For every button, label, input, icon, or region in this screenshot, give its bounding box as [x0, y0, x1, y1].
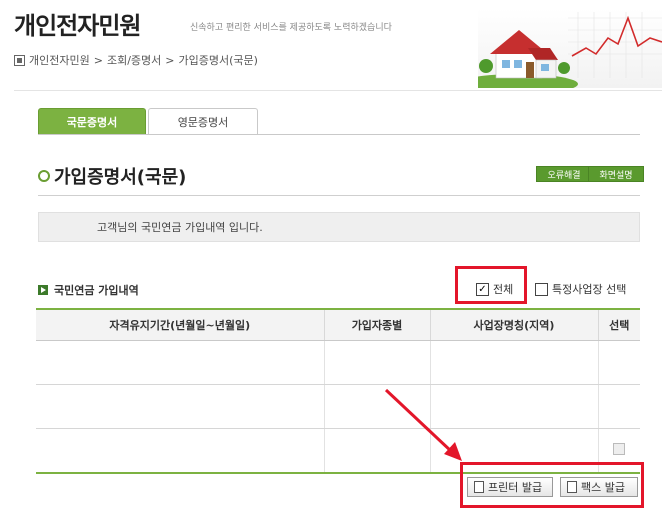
table-cell	[324, 340, 431, 385]
header-divider	[14, 90, 662, 91]
column-header: 자격유지기간(년월일~년월일)	[36, 308, 325, 341]
check-site-label[interactable]: 특정사업장 선택	[552, 281, 626, 297]
table-cell	[598, 384, 640, 429]
error-report-button[interactable]: 오류해결	[536, 166, 592, 182]
check-site[interactable]: 특정사업장 선택	[535, 281, 626, 297]
info-text: 고객님의 국민연금 가입내역 입니다.	[97, 221, 263, 234]
tab-english-certificate[interactable]: 영문증명서	[148, 108, 258, 135]
home-icon[interactable]	[14, 54, 25, 66]
table-row	[36, 384, 640, 429]
column-header: 선택	[598, 308, 640, 341]
title-divider	[38, 195, 640, 196]
check-site-checkbox[interactable]	[535, 282, 548, 296]
breadcrumb-item-1[interactable]: 개인전자민원	[29, 52, 90, 68]
table-cell	[36, 384, 325, 429]
arrow-icon	[38, 285, 48, 295]
site-title: 개인전자민원	[14, 12, 141, 40]
breadcrumb: 개인전자민원 > 조회/증명서 > 가입증명서(국문)	[14, 52, 258, 68]
hero-illustration	[478, 8, 662, 88]
circle-icon	[38, 170, 50, 182]
table-cell	[430, 384, 599, 429]
row-select-checkbox[interactable]	[613, 443, 626, 455]
highlight-box-actions	[460, 462, 644, 508]
table-header-row: 자격유지기간(년월일~년월일) 가입자종별 사업장명칭(지역) 선택	[36, 308, 640, 341]
table-cell	[36, 428, 325, 474]
table-row	[36, 340, 640, 385]
table-cell	[324, 384, 431, 429]
tab-korean-certificate[interactable]: 국문증명서	[38, 108, 146, 135]
list-heading: 국민연금 가입내역	[38, 282, 139, 298]
membership-table: 자격유지기간(년월일~년월일) 가입자종별 사업장명칭(지역) 선택	[36, 308, 640, 474]
info-box: 고객님의 국민연금 가입내역 입니다.	[38, 212, 640, 242]
screen-help-button[interactable]: 화면설명	[588, 166, 644, 182]
table-cell	[36, 340, 325, 385]
column-header: 사업장명칭(지역)	[430, 308, 599, 341]
site-slogan: 신속하고 편리한 서비스를 제공하도록 노력하겠습니다	[190, 23, 392, 33]
page-title-text: 가입증명서(국문)	[54, 167, 187, 188]
tab-baseline	[38, 134, 640, 135]
breadcrumb-item-2[interactable]: 조회/증명서	[107, 52, 161, 68]
list-heading-text: 국민연금 가입내역	[54, 284, 139, 297]
column-header: 가입자종별	[324, 308, 431, 341]
table-cell	[324, 428, 431, 474]
page-title: 가입증명서(국문)	[38, 163, 186, 189]
table-cell	[430, 340, 599, 385]
highlight-box-check-all	[455, 266, 527, 304]
table-cell	[598, 340, 640, 385]
breadcrumb-item-3: 가입증명서(국문)	[178, 54, 258, 67]
